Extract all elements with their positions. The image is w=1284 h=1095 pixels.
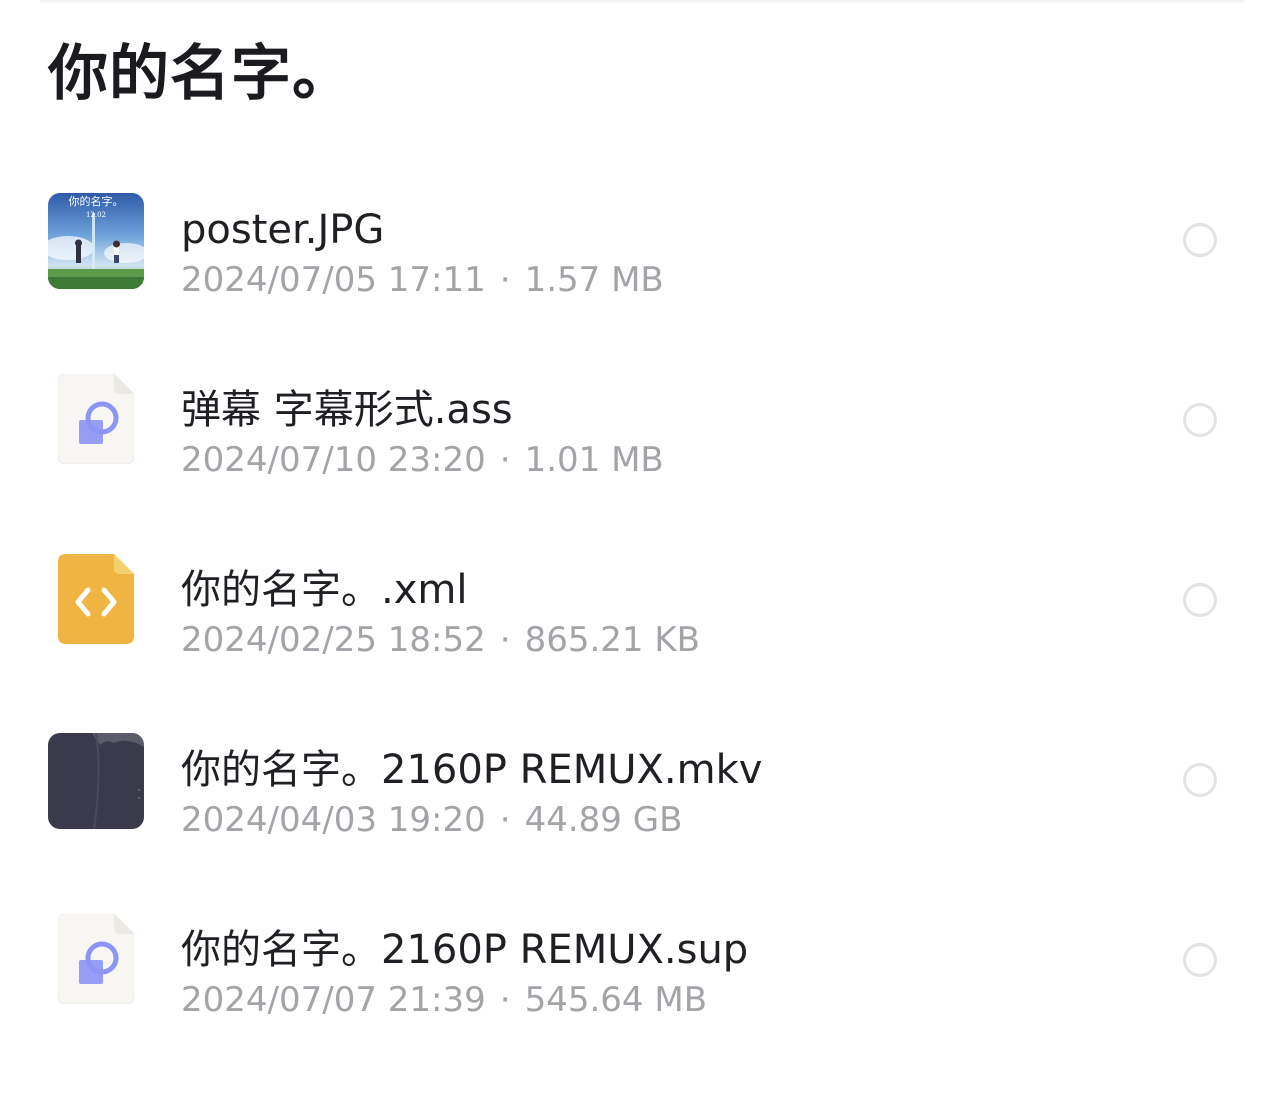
file-meta: 2024/04/03 19:20 · 44.89 GB xyxy=(181,800,682,840)
file-date: 2024/07/07 21:39 xyxy=(181,980,486,1020)
file-meta: 2024/07/10 23:20 · 1.01 MB xyxy=(181,440,664,480)
file-date: 2024/04/03 19:20 xyxy=(181,800,486,840)
folder-title: 你的名字。 xyxy=(48,39,353,109)
file-meta: 2024/02/25 18:52 · 865.21 KB xyxy=(181,620,700,660)
select-radio-button[interactable] xyxy=(1183,763,1217,797)
file-meta: 2024/07/07 21:39 · 545.64 MB xyxy=(181,980,707,1020)
meta-separator: · xyxy=(499,260,511,300)
select-radio-button[interactable] xyxy=(1183,583,1217,617)
file-name: 弹幕 字幕形式.ass xyxy=(181,387,513,433)
meta-separator: · xyxy=(499,980,511,1020)
file-size: 545.64 MB xyxy=(524,980,708,1020)
file-size: 865.21 KB xyxy=(524,620,700,660)
file-row-sup[interactable]: 你的名字。2160P REMUX.sup 2024/07/07 21:39 · 54… xyxy=(0,870,1284,1050)
file-size: 1.01 MB xyxy=(524,440,664,480)
poster-date-text: 12.02 xyxy=(86,211,106,219)
code-file-icon xyxy=(48,553,144,649)
meta-separator: · xyxy=(499,800,511,840)
video-thumbnail-icon xyxy=(48,733,144,829)
file-size: 44.89 GB xyxy=(524,800,683,840)
file-name: 你的名字。.xml xyxy=(181,567,468,613)
file-size: 1.57 MB xyxy=(524,260,664,300)
file-date: 2024/07/05 17:11 xyxy=(181,260,486,300)
file-row-ass[interactable]: 弹幕 字幕形式.ass 2024/07/10 23:20 · 1.01 MB xyxy=(0,330,1284,510)
file-name: poster.JPG xyxy=(181,207,385,253)
file-row-poster-jpg[interactable]: 你的名字。 12.02 poster.JPG 2024/07/05 17:11 ·… xyxy=(0,150,1284,330)
file-list: 你的名字。 12.02 poster.JPG 2024/07/05 17:11 ·… xyxy=(0,150,1284,1050)
generic-file-icon xyxy=(48,373,144,469)
file-name: 你的名字。2160P REMUX.sup xyxy=(181,927,749,973)
generic-file-icon xyxy=(48,913,144,1009)
file-date: 2024/07/10 23:20 xyxy=(181,440,486,480)
file-name: 你的名字。2160P REMUX.mkv xyxy=(181,747,763,793)
file-date: 2024/02/25 18:52 xyxy=(181,620,486,660)
select-radio-button[interactable] xyxy=(1183,403,1217,437)
image-thumbnail-icon: 你的名字。 12.02 xyxy=(48,193,144,289)
top-divider xyxy=(40,0,1244,4)
meta-separator: · xyxy=(499,440,511,480)
select-radio-button[interactable] xyxy=(1183,943,1217,977)
select-radio-button[interactable] xyxy=(1183,223,1217,257)
poster-title-text: 你的名字。 xyxy=(69,194,124,208)
file-row-xml[interactable]: 你的名字。.xml 2024/02/25 18:52 · 865.21 KB xyxy=(0,510,1284,690)
meta-separator: · xyxy=(499,620,511,660)
file-row-mkv[interactable]: 你的名字。2160P REMUX.mkv 2024/04/03 19:20 · 44… xyxy=(0,690,1284,870)
file-meta: 2024/07/05 17:11 · 1.57 MB xyxy=(181,260,664,300)
